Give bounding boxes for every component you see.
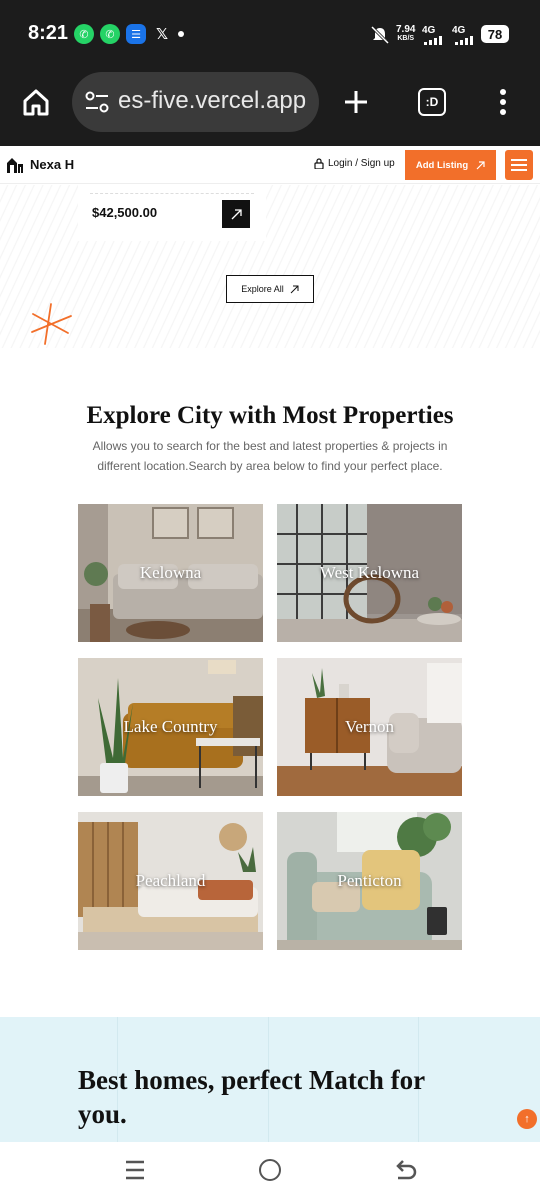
status-time: 8:21 [28, 22, 69, 44]
network-type-1: 4G [422, 25, 436, 36]
tab-switcher-button[interactable]: :D [418, 88, 446, 116]
new-tab-icon[interactable] [342, 88, 370, 116]
whatsapp-icon: ✆ [100, 24, 120, 44]
network-speed: 7.94 KB/S [396, 25, 415, 43]
back-icon[interactable] [394, 1158, 418, 1182]
lock-icon [314, 158, 324, 169]
hamburger-menu-button[interactable] [505, 150, 533, 180]
cta-banner: Best homes, perfect Match for you. [0, 1017, 540, 1142]
city-name: Lake Country [123, 717, 218, 736]
menu-line [511, 169, 527, 171]
listing-link-button[interactable] [222, 200, 250, 228]
menu-line [511, 159, 527, 161]
cities-section-description: Allows you to search for the best and la… [92, 439, 448, 473]
listing-price: $42,500.00 [92, 205, 158, 220]
site-settings-icon[interactable] [84, 90, 110, 114]
x-icon: 𝕏 [155, 26, 169, 43]
listings-section: $42,500.00 Explore All [0, 185, 540, 348]
speed-value: 7.94 [396, 24, 416, 35]
signal-icon [455, 36, 473, 45]
city-name: West Kelowna [319, 563, 420, 582]
city-card-lake-country[interactable]: Lake Country [78, 658, 263, 796]
mute-icon [370, 25, 390, 45]
messages-icon: ☰ [126, 24, 146, 44]
add-listing-label: Add Listing [415, 159, 469, 171]
site-header: Nexa H Login / Sign up Add Listing [0, 146, 540, 184]
login-link[interactable]: Login / Sign up [314, 158, 395, 169]
browser-toolbar: es-five.vercel.app :D [0, 68, 540, 146]
city-name: Vernon [344, 717, 395, 736]
logo-icon[interactable] [6, 157, 24, 173]
arrow-up-right-icon [231, 208, 242, 219]
city-card-west-kelowna[interactable]: West Kelowna [277, 504, 462, 642]
address-bar[interactable]: es-five.vercel.app [72, 72, 319, 132]
explore-all-label: Explore All [241, 284, 284, 294]
city-card-kelowna[interactable]: Kelowna [78, 504, 263, 642]
city-card-penticton[interactable]: Penticton [277, 812, 462, 950]
banner-title: Best homes, perfect Match for you. [78, 1065, 425, 1129]
speed-unit: KB/S [397, 35, 415, 42]
city-card-vernon[interactable]: Vernon [277, 658, 462, 796]
explore-all-button[interactable]: Explore All [226, 275, 314, 303]
city-name: Kelowna [139, 563, 202, 582]
arrow-up-right-icon [476, 160, 485, 169]
status-bar: 8:21 ✆ ✆ ☰ 𝕏 7.94 KB/S 4G 4G 78 [0, 0, 540, 68]
whatsapp-icon: ✆ [74, 24, 94, 44]
network-type-2: 4G [452, 25, 466, 36]
listing-card[interactable]: $42,500.00 [78, 185, 266, 241]
signal-icon [424, 36, 442, 45]
arrow-up-right-icon [290, 285, 299, 293]
city-card-peachland[interactable]: Peachland [78, 812, 263, 950]
url-text: es-five.vercel.app [118, 87, 307, 114]
home-nav-button[interactable] [259, 1159, 281, 1181]
scroll-to-top-button[interactable]: ↑ [517, 1109, 537, 1129]
battery-indicator: 78 [481, 25, 509, 43]
system-navigation-bar [0, 1142, 540, 1200]
home-icon[interactable] [20, 86, 52, 118]
logo-text[interactable]: Nexa H [30, 157, 74, 172]
cities-section-title: Explore City with Most Properties [86, 402, 454, 429]
city-name: Penticton [337, 871, 402, 890]
add-listing-button[interactable]: Add Listing [405, 150, 496, 180]
card-divider [90, 193, 254, 194]
more-notifications-dot [178, 31, 184, 37]
more-options-icon[interactable] [498, 88, 508, 116]
recent-apps-icon[interactable] [125, 1159, 145, 1181]
login-label: Login / Sign up [328, 158, 395, 169]
city-name: Peachland [135, 871, 206, 890]
menu-line [511, 164, 527, 166]
asterisk-decoration-icon [31, 303, 72, 345]
